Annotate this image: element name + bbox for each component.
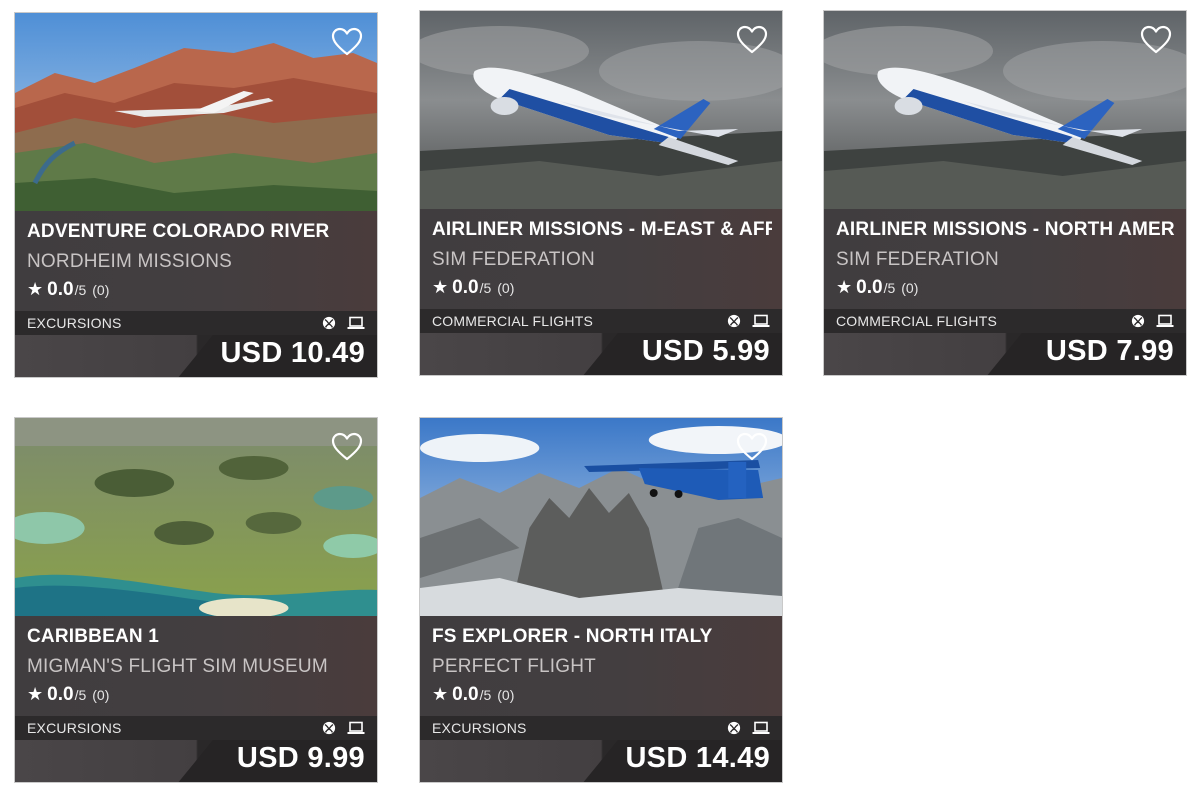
product-rating: ★ 0.0 /5 (0): [432, 684, 514, 706]
laptop-icon: [752, 314, 770, 328]
product-title[interactable]: FS EXPLORER - NORTH ITALY: [432, 626, 772, 648]
product-publisher[interactable]: MIGMAN'S FLIGHT SIM MUSEUM: [27, 656, 328, 678]
heart-outline-icon: [1140, 25, 1172, 55]
xbox-icon: [1130, 314, 1146, 328]
product-title[interactable]: ADVENTURE COLORADO RIVER: [27, 221, 367, 243]
heart-outline-icon: [331, 27, 363, 57]
category-bar: EXCURSIONS: [15, 311, 377, 335]
price-bar: USD 5.99: [420, 333, 782, 375]
price-bar: USD 9.99: [15, 740, 377, 782]
rating-count: (0): [92, 282, 110, 298]
favorite-button[interactable]: [736, 25, 768, 55]
heart-outline-icon: [331, 432, 363, 462]
xbox-icon: [726, 314, 742, 328]
product-price[interactable]: USD 14.49: [625, 742, 770, 775]
rating-count: (0): [497, 687, 515, 703]
product-info: ADVENTURE COLORADO RIVER NORDHEIM MISSIO…: [15, 211, 377, 311]
product-price[interactable]: USD 10.49: [220, 337, 365, 370]
product-rating: ★ 0.0 /5 (0): [836, 277, 918, 299]
favorite-button[interactable]: [331, 432, 363, 462]
product-title[interactable]: AIRLINER MISSIONS - M-EAST & AFRICA: [432, 219, 772, 241]
product-category: EXCURSIONS: [27, 315, 122, 331]
product-category: EXCURSIONS: [27, 720, 122, 736]
xbox-icon: [726, 721, 742, 735]
star-icon: ★: [836, 277, 853, 297]
favorite-button[interactable]: [1140, 25, 1172, 55]
product-rating: ★ 0.0 /5 (0): [27, 279, 109, 301]
laptop-icon: [347, 316, 365, 330]
rating-score: 0.0: [856, 277, 883, 298]
product-thumbnail[interactable]: [420, 418, 782, 616]
product-info: AIRLINER MISSIONS - NORTH AMERICA SIM FE…: [824, 209, 1186, 309]
product-category: EXCURSIONS: [432, 720, 527, 736]
product-card[interactable]: ADVENTURE COLORADO RIVER NORDHEIM MISSIO…: [14, 12, 378, 378]
rating-count: (0): [497, 280, 515, 296]
product-thumbnail[interactable]: [15, 13, 377, 211]
rating-max: /5: [883, 280, 896, 296]
product-card[interactable]: AIRLINER MISSIONS - M-EAST & AFRICA SIM …: [419, 10, 783, 376]
price-bar: USD 7.99: [824, 333, 1186, 375]
product-card[interactable]: FS EXPLORER - NORTH ITALY PERFECT FLIGHT…: [419, 417, 783, 783]
favorite-button[interactable]: [331, 27, 363, 57]
product-category: COMMERCIAL FLIGHTS: [836, 313, 997, 329]
product-publisher[interactable]: PERFECT FLIGHT: [432, 656, 596, 678]
product-publisher[interactable]: SIM FEDERATION: [836, 249, 999, 271]
laptop-icon: [752, 721, 770, 735]
product-info: CARIBBEAN 1 MIGMAN'S FLIGHT SIM MUSEUM ★…: [15, 616, 377, 716]
rating-count: (0): [901, 280, 919, 296]
rating-score: 0.0: [47, 279, 74, 300]
star-icon: ★: [27, 279, 44, 299]
favorite-button[interactable]: [736, 432, 768, 462]
rating-max: /5: [74, 282, 87, 298]
xbox-icon: [321, 721, 337, 735]
product-publisher[interactable]: NORDHEIM MISSIONS: [27, 251, 232, 273]
product-price[interactable]: USD 7.99: [1046, 335, 1174, 368]
xbox-icon: [321, 316, 337, 330]
rating-count: (0): [92, 687, 110, 703]
laptop-icon: [1156, 314, 1174, 328]
star-icon: ★: [27, 684, 44, 704]
product-thumbnail[interactable]: [15, 418, 377, 616]
price-bar: USD 14.49: [420, 740, 782, 782]
product-title[interactable]: AIRLINER MISSIONS - NORTH AMERICA: [836, 219, 1176, 241]
heart-outline-icon: [736, 432, 768, 462]
category-bar: EXCURSIONS: [15, 716, 377, 740]
star-icon: ★: [432, 684, 449, 704]
product-rating: ★ 0.0 /5 (0): [27, 684, 109, 706]
category-bar: EXCURSIONS: [420, 716, 782, 740]
product-info: FS EXPLORER - NORTH ITALY PERFECT FLIGHT…: [420, 616, 782, 716]
rating-score: 0.0: [47, 684, 74, 705]
product-card[interactable]: AIRLINER MISSIONS - NORTH AMERICA SIM FE…: [823, 10, 1187, 376]
heart-outline-icon: [736, 25, 768, 55]
rating-max: /5: [479, 687, 492, 703]
rating-max: /5: [479, 280, 492, 296]
product-price[interactable]: USD 9.99: [237, 742, 365, 775]
product-thumbnail[interactable]: [824, 11, 1186, 209]
product-price[interactable]: USD 5.99: [642, 335, 770, 368]
rating-score: 0.0: [452, 684, 479, 705]
product-publisher[interactable]: SIM FEDERATION: [432, 249, 595, 271]
laptop-icon: [347, 721, 365, 735]
product-rating: ★ 0.0 /5 (0): [432, 277, 514, 299]
product-thumbnail[interactable]: [420, 11, 782, 209]
category-bar: COMMERCIAL FLIGHTS: [824, 309, 1186, 333]
price-bar: USD 10.49: [15, 335, 377, 377]
star-icon: ★: [432, 277, 449, 297]
product-info: AIRLINER MISSIONS - M-EAST & AFRICA SIM …: [420, 209, 782, 309]
product-category: COMMERCIAL FLIGHTS: [432, 313, 593, 329]
rating-max: /5: [74, 687, 87, 703]
category-bar: COMMERCIAL FLIGHTS: [420, 309, 782, 333]
product-card[interactable]: CARIBBEAN 1 MIGMAN'S FLIGHT SIM MUSEUM ★…: [14, 417, 378, 783]
product-title[interactable]: CARIBBEAN 1: [27, 626, 367, 648]
rating-score: 0.0: [452, 277, 479, 298]
